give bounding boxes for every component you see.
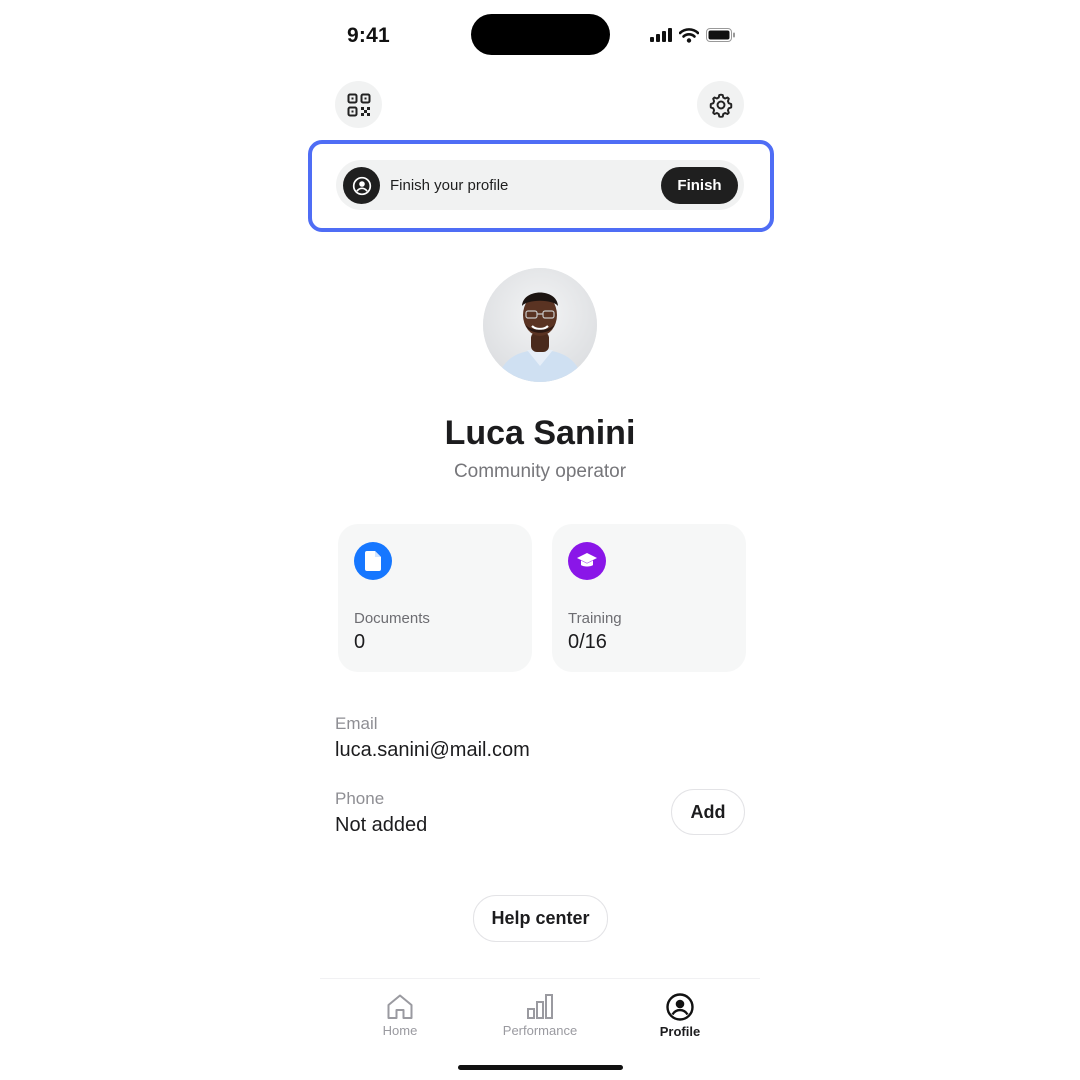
document-icon — [365, 551, 381, 571]
tab-profile[interactable]: Profile — [620, 993, 740, 1039]
gear-icon — [709, 93, 732, 118]
add-phone-button[interactable]: Add — [671, 789, 745, 835]
home-icon — [387, 994, 413, 1019]
documents-icon-badge — [354, 542, 392, 580]
phone-value: Not added — [335, 814, 428, 836]
dynamic-island — [471, 14, 610, 55]
banner-avatar — [343, 167, 380, 204]
avatar-photo — [483, 268, 597, 382]
battery-icon — [706, 28, 735, 42]
training-label: Training — [568, 610, 622, 627]
help-center-button[interactable]: Help center — [473, 895, 608, 942]
status-time: 9:41 — [347, 24, 390, 47]
wifi-icon — [679, 27, 699, 43]
tab-home-label: Home — [382, 1023, 418, 1038]
profile-screen: 9:41 Finish your profile Finish Luca San… — [0, 0, 1080, 1080]
profile-name: Luca Sanini — [444, 414, 636, 452]
tab-performance[interactable]: Performance — [480, 993, 600, 1038]
avatar — [483, 268, 597, 382]
finish-button[interactable]: Finish — [661, 167, 738, 204]
cellular-signal-icon — [650, 28, 672, 42]
qr-code-button[interactable] — [335, 81, 382, 128]
tab-profile-label: Profile — [659, 1024, 701, 1039]
training-card[interactable]: Training 0/16 — [552, 524, 746, 672]
phone-label: Phone — [335, 789, 385, 808]
status-icons — [650, 26, 736, 44]
banner-text: Finish your profile — [390, 177, 509, 194]
graduation-cap-icon — [577, 553, 597, 567]
profile-role: Community operator — [453, 461, 627, 482]
training-icon-badge — [568, 542, 606, 580]
documents-label: Documents — [354, 610, 430, 627]
bar-chart-icon — [527, 994, 553, 1019]
user-circle-icon — [666, 993, 694, 1021]
documents-card[interactable]: Documents 0 — [338, 524, 532, 672]
qr-code-icon — [347, 93, 370, 116]
email-value: luca.sanini@mail.com — [335, 739, 530, 761]
settings-button[interactable] — [697, 81, 744, 128]
training-value: 0/16 — [568, 631, 607, 653]
email-label: Email — [335, 714, 378, 733]
tab-home[interactable]: Home — [340, 993, 460, 1038]
tab-performance-label: Performance — [502, 1023, 578, 1038]
finish-profile-banner[interactable]: Finish your profile Finish — [336, 160, 744, 210]
user-circle-icon — [352, 176, 371, 195]
home-indicator — [458, 1065, 623, 1070]
documents-value: 0 — [354, 631, 366, 653]
